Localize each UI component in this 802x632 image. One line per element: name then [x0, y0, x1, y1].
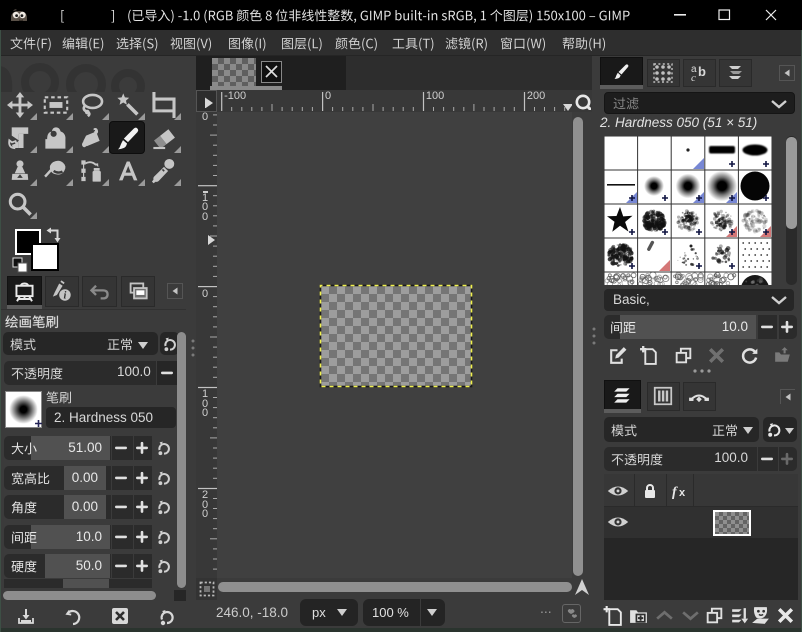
svg-text:c: c	[691, 72, 696, 83]
svg-text:i: i	[64, 291, 67, 302]
svg-text:b: b	[698, 64, 706, 79]
svg-text:f: f	[672, 485, 678, 500]
svg-text:x: x	[679, 487, 686, 499]
